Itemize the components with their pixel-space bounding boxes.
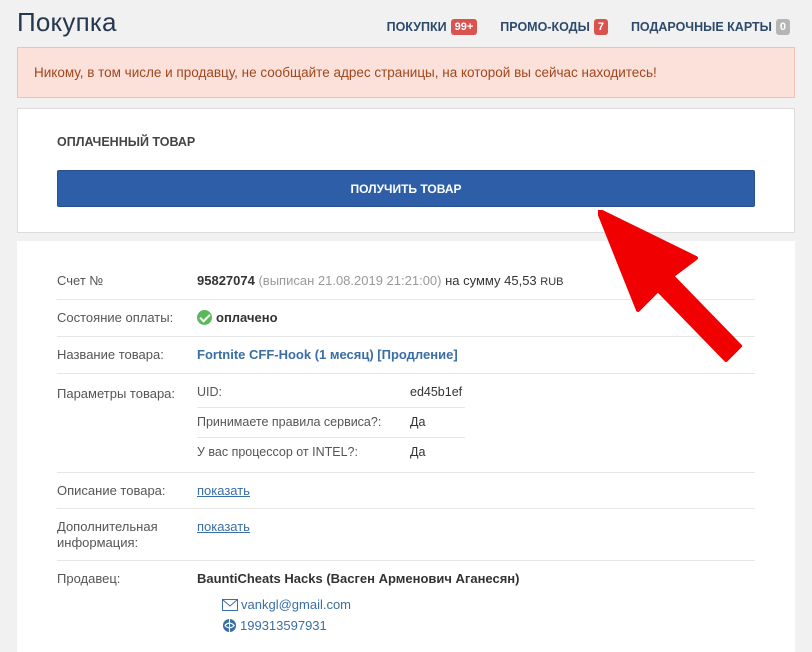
promo-codes-count-badge: 7 bbox=[593, 19, 608, 35]
payment-status-row: Состояние оплаты: оплачено bbox=[57, 300, 755, 337]
product-name-label: Название товара: bbox=[57, 347, 164, 362]
envelope-icon bbox=[222, 598, 238, 611]
param-row: У вас процессор от INTEL?: Да bbox=[197, 438, 465, 468]
purchase-details: Счет № 95827074 (выписан 21.08.2019 21:2… bbox=[17, 241, 795, 652]
header: Покупка ПОКУПКИ 99+ ПРОМО-КОДЫ 7 ПОДАРОЧ… bbox=[0, 0, 812, 50]
seller-wmid-text: 199313597931 bbox=[240, 618, 327, 633]
paid-product-title: ОПЛАЧЕННЫЙ ТОВАР bbox=[57, 135, 196, 149]
extra-info-label: Дополнительная информация: bbox=[57, 519, 158, 551]
invoice-value: 95827074 (выписан 21.08.2019 21:21:00) н… bbox=[197, 273, 564, 288]
param-value: Да bbox=[410, 445, 426, 459]
invoice-row: Счет № 95827074 (выписан 21.08.2019 21:2… bbox=[57, 261, 755, 300]
nav-gift-cards[interactable]: ПОДАРОЧНЫЕ КАРТЫ 0 bbox=[631, 19, 790, 35]
get-product-button[interactable]: ПОЛУЧИТЬ ТОВАР bbox=[57, 170, 755, 207]
show-extra-info-link[interactable]: показать bbox=[197, 519, 250, 534]
seller-label: Продавец: bbox=[57, 571, 121, 586]
description-row: Описание товара: показать bbox=[57, 473, 755, 509]
invoice-label: Счет № bbox=[57, 273, 104, 288]
nav-promo-codes[interactable]: ПРОМО-КОДЫ 7 bbox=[500, 19, 608, 35]
nav-promo-codes-label: ПРОМО-КОДЫ bbox=[500, 20, 590, 34]
payment-status-value: оплачено bbox=[197, 310, 278, 325]
param-row: Принимаете правила сервиса?: Да bbox=[197, 408, 465, 438]
security-warning-text: Никому, в том числе и продавцу, не сообщ… bbox=[34, 65, 657, 80]
param-value: Да bbox=[410, 415, 426, 429]
paid-product-panel: ОПЛАЧЕННЫЙ ТОВАР ПОЛУЧИТЬ ТОВАР bbox=[17, 108, 795, 233]
extra-info-row: Дополнительная информация: показать bbox=[57, 509, 755, 561]
param-value: ed45b1ef bbox=[410, 385, 463, 399]
invoice-issued-date: (выписан 21.08.2019 21:21:00) bbox=[258, 273, 442, 288]
param-name: У вас процессор от INTEL?: bbox=[197, 445, 358, 459]
product-name-row: Название товара: Fortnite CFF-Hook (1 ме… bbox=[57, 337, 755, 374]
security-warning: Никому, в том числе и продавцу, не сообщ… bbox=[17, 47, 795, 98]
params-table: UID: ed45b1ef Принимаете правила сервиса… bbox=[197, 378, 465, 468]
invoice-currency: RUB bbox=[540, 276, 564, 288]
param-row: UID: ed45b1ef bbox=[197, 378, 465, 408]
show-description-link[interactable]: показать bbox=[197, 483, 250, 498]
nav-purchases-label: ПОКУПКИ bbox=[386, 20, 447, 34]
product-params-label: Параметры товара: bbox=[57, 386, 176, 401]
purchases-count-badge: 99+ bbox=[450, 19, 478, 35]
invoice-sum: на сумму 45,53 bbox=[445, 273, 537, 288]
nav-gift-cards-label: ПОДАРОЧНЫЕ КАРТЫ bbox=[630, 20, 772, 34]
extra-info-label-line1: Дополнительная bbox=[57, 519, 158, 534]
payment-status-label: Состояние оплаты: bbox=[57, 310, 174, 325]
seller-name: BauntiCheats Hacks (Васген Арменович Ага… bbox=[197, 571, 520, 586]
param-name: UID: bbox=[197, 385, 222, 399]
product-name-link[interactable]: Fortnite CFF-Hook (1 месяц) [Продление] bbox=[197, 347, 458, 362]
webmoney-globe-icon bbox=[222, 618, 237, 633]
description-label: Описание товара: bbox=[57, 483, 166, 498]
seller-row: Продавец: BauntiCheats Hacks (Васген Арм… bbox=[57, 561, 755, 652]
extra-info-label-line2: информация: bbox=[57, 535, 139, 550]
top-nav: ПОКУПКИ 99+ ПРОМО-КОДЫ 7 ПОДАРОЧНЫЕ КАРТ… bbox=[387, 19, 790, 35]
seller-wmid[interactable]: 199313597931 bbox=[222, 618, 327, 633]
invoice-number: 95827074 bbox=[197, 273, 255, 288]
nav-purchases[interactable]: ПОКУПКИ 99+ bbox=[387, 19, 478, 35]
param-name: Принимаете правила сервиса?: bbox=[197, 415, 382, 429]
seller-email-text: vankgl@gmail.com bbox=[241, 597, 352, 612]
page-title: Покупка bbox=[17, 7, 117, 37]
gift-cards-count-badge: 0 bbox=[775, 19, 790, 35]
check-circle-icon bbox=[197, 310, 212, 325]
product-params-row: Параметры товара: UID: ed45b1ef Принимае… bbox=[57, 374, 755, 473]
seller-email[interactable]: vankgl@gmail.com bbox=[222, 597, 351, 612]
payment-status-text: оплачено bbox=[216, 310, 278, 325]
